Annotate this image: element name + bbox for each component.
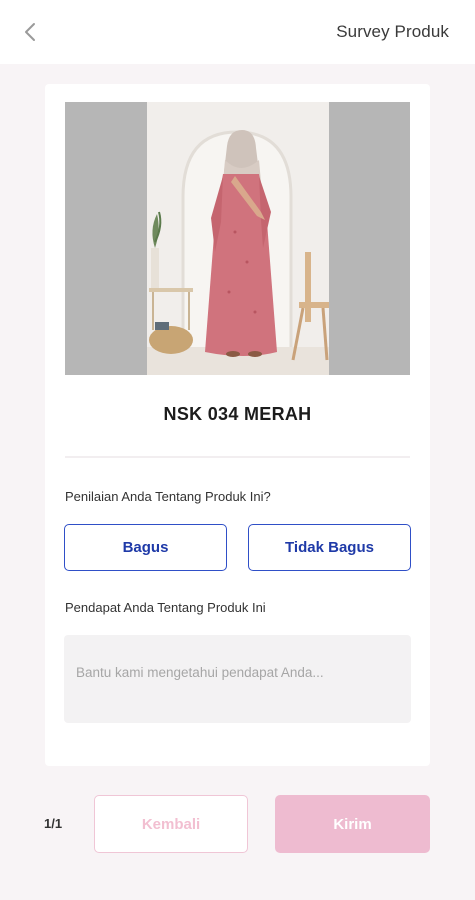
rating-not-good-button[interactable]: Tidak Bagus bbox=[248, 524, 411, 571]
product-image bbox=[65, 102, 410, 375]
header-bar: Survey Produk bbox=[0, 0, 475, 64]
rating-good-button[interactable]: Bagus bbox=[64, 524, 227, 571]
survey-screen: Survey Produk NSK 034 MERAH Penilaian An… bbox=[0, 0, 475, 900]
divider bbox=[65, 456, 410, 458]
survey-card: NSK 034 MERAH Penilaian Anda Tentang Pro… bbox=[45, 84, 430, 766]
page-indicator: 1/1 bbox=[44, 816, 63, 831]
send-button[interactable]: Kirim bbox=[275, 795, 430, 853]
back-button[interactable] bbox=[18, 20, 42, 44]
chevron-left-icon bbox=[25, 23, 35, 41]
back-step-button[interactable]: Kembali bbox=[94, 795, 248, 853]
page-title: Survey Produk bbox=[336, 22, 449, 41]
rating-question-label: Penilaian Anda Tentang Produk Ini? bbox=[65, 489, 271, 504]
product-name: NSK 034 MERAH bbox=[163, 404, 312, 424]
opinion-textarea[interactable] bbox=[64, 635, 411, 723]
opinion-question-label: Pendapat Anda Tentang Produk Ini bbox=[65, 600, 266, 615]
